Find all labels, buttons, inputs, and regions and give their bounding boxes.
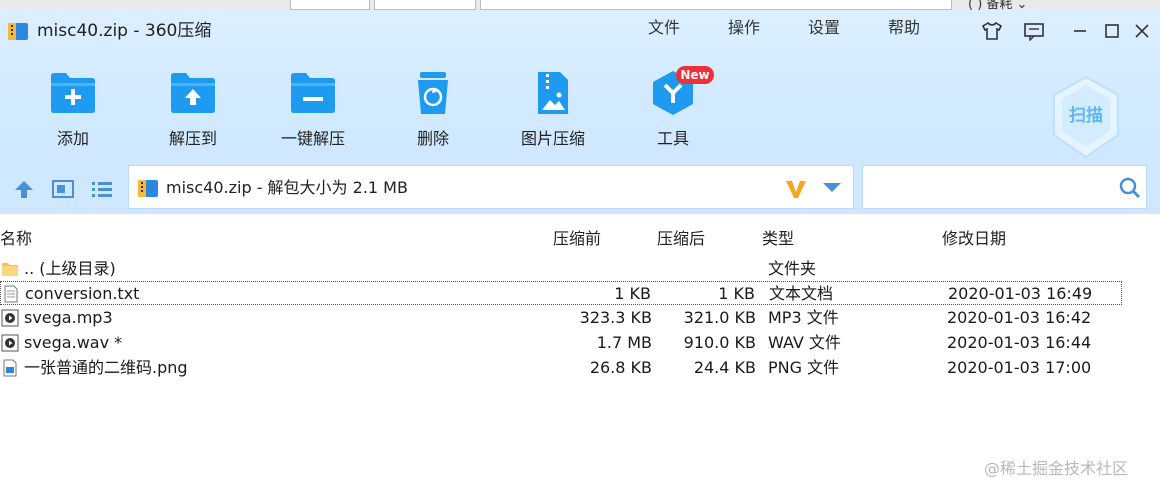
list-view-icon[interactable] bbox=[91, 179, 113, 199]
background-field bbox=[480, 0, 952, 10]
search-input[interactable] bbox=[871, 176, 1115, 200]
delete-label: 删除 bbox=[416, 129, 449, 148]
minimize-icon bbox=[1074, 30, 1086, 32]
file-modified-date: 2020-01-03 16:49 bbox=[948, 284, 1093, 303]
v-logo-icon[interactable] bbox=[785, 178, 807, 200]
file-row[interactable]: svega.mp3 323.3 KB 321.0 KB MP3 文件 2020-01-0… bbox=[0, 306, 1122, 330]
app-header: misc40.zip - 360压缩 文件 操作 设置 帮助 添加 解压到 一键… bbox=[0, 10, 1160, 162]
file-row[interactable]: svega.wav * 1.7 MB 910.0 KB WAV 文件 2020-01-0… bbox=[0, 331, 1122, 355]
tools-label: 工具 bbox=[656, 129, 689, 148]
file-type: MP3 文件 bbox=[768, 308, 839, 327]
one-click-extract-label: 一键解压 bbox=[280, 129, 345, 148]
file-type: 文本文档 bbox=[769, 284, 834, 303]
text-file-icon bbox=[2, 285, 20, 303]
extract-to-label: 解压到 bbox=[168, 129, 217, 148]
file-name: svega.wav * bbox=[24, 333, 123, 352]
file-name: conversion.txt bbox=[25, 284, 140, 303]
archive-path: misc40.zip - 解包大小为 2.1 MB bbox=[166, 178, 408, 197]
file-modified-date: 2020-01-03 16:42 bbox=[947, 308, 1092, 327]
scan-label: 扫描 bbox=[1069, 105, 1103, 126]
new-badge: New bbox=[676, 66, 714, 84]
zip-archive-icon bbox=[8, 23, 28, 40]
search-field[interactable] bbox=[862, 165, 1147, 209]
search-icon[interactable] bbox=[1119, 177, 1141, 199]
thumbnail-view-icon[interactable] bbox=[52, 179, 74, 199]
feedback-button[interactable] bbox=[1022, 19, 1046, 43]
image-compress-button[interactable]: 图片压缩 bbox=[498, 70, 608, 149]
maximize-button[interactable] bbox=[1100, 19, 1124, 43]
file-type: 文件夹 bbox=[768, 259, 817, 278]
folder-up-icon bbox=[1, 260, 19, 278]
file-size: 26.8 KB bbox=[589, 358, 652, 377]
history-dropdown-icon[interactable] bbox=[823, 183, 841, 192]
column-header-packed[interactable]: 压缩后 bbox=[657, 229, 705, 249]
quick-extract-folder-icon bbox=[291, 73, 335, 113]
file-name: svega.mp3 bbox=[24, 308, 113, 327]
window-title: misc40.zip - 360压缩 bbox=[37, 21, 212, 41]
extract-to-button[interactable]: 解压到 bbox=[138, 70, 248, 149]
file-type: WAV 文件 bbox=[768, 333, 841, 352]
column-header-size[interactable]: 压缩前 bbox=[553, 229, 601, 249]
file-row[interactable]: conversion.txt 1 KB 1 KB 文本文档 2020-01-03 16:… bbox=[0, 281, 1122, 305]
background-field bbox=[374, 0, 476, 10]
watermark: @稀土掘金技术社区 bbox=[984, 459, 1129, 478]
file-packed-size: 910.0 KB bbox=[683, 333, 756, 352]
column-header-type[interactable]: 类型 bbox=[762, 229, 794, 249]
background-field bbox=[290, 0, 370, 10]
extract-folder-icon bbox=[171, 73, 215, 113]
file-row[interactable]: .. (上级目录) 文件夹 bbox=[0, 257, 1122, 281]
close-button[interactable] bbox=[1130, 19, 1154, 43]
zip-archive-icon bbox=[138, 180, 158, 197]
message-icon bbox=[1024, 23, 1044, 41]
tools-button[interactable]: 工具 bbox=[618, 70, 728, 149]
scan-button[interactable]: 扫描 bbox=[1050, 75, 1122, 159]
column-header-name[interactable]: 名称 bbox=[0, 229, 32, 249]
recycle-bin-icon bbox=[418, 72, 448, 114]
image-file-icon bbox=[1, 359, 19, 377]
menu-operations[interactable]: 操作 bbox=[728, 17, 760, 39]
audio-file-icon bbox=[1, 309, 19, 327]
one-click-extract-button[interactable]: 一键解压 bbox=[258, 70, 368, 149]
file-row[interactable]: 一张普通的二维码.png 26.8 KB 24.4 KB PNG 文件 2020-01-… bbox=[0, 356, 1122, 380]
menu-file[interactable]: 文件 bbox=[648, 17, 680, 39]
minimize-button[interactable] bbox=[1068, 19, 1092, 43]
file-packed-size: 1 KB bbox=[718, 284, 755, 303]
column-header-modified[interactable]: 修改日期 bbox=[942, 229, 1006, 249]
file-size: 1 KB bbox=[614, 284, 651, 303]
scan-shield-icon: 扫描 bbox=[1053, 75, 1119, 159]
address-bar-row: misc40.zip - 解包大小为 2.1 MB bbox=[0, 162, 1160, 214]
menu-settings[interactable]: 设置 bbox=[808, 17, 840, 39]
add-folder-icon bbox=[51, 73, 95, 113]
maximize-icon bbox=[1105, 24, 1119, 38]
file-size: 1.7 MB bbox=[596, 333, 652, 352]
up-arrow-icon[interactable] bbox=[13, 179, 35, 199]
file-modified-date: 2020-01-03 16:44 bbox=[947, 333, 1092, 352]
address-field[interactable]: misc40.zip - 解包大小为 2.1 MB bbox=[128, 165, 854, 209]
file-name: .. (上级目录) bbox=[24, 259, 116, 278]
skin-button[interactable] bbox=[980, 19, 1004, 43]
add-label: 添加 bbox=[56, 129, 89, 148]
audio-file-icon bbox=[1, 334, 19, 352]
add-button[interactable]: 添加 bbox=[18, 70, 128, 149]
menu-help[interactable]: 帮助 bbox=[888, 17, 920, 39]
file-size: 323.3 KB bbox=[579, 308, 652, 327]
close-icon bbox=[1135, 24, 1149, 38]
background-window-strip: ( ) 备耗 ⌄ bbox=[0, 0, 1160, 10]
background-text: ( ) 备耗 ⌄ bbox=[968, 0, 1028, 10]
tshirt-icon bbox=[981, 21, 1003, 40]
file-packed-size: 321.0 KB bbox=[683, 308, 756, 327]
image-compress-icon bbox=[538, 72, 568, 114]
file-packed-size: 24.4 KB bbox=[693, 358, 756, 377]
file-name: 一张普通的二维码.png bbox=[24, 358, 188, 377]
file-modified-date: 2020-01-03 17:00 bbox=[947, 358, 1092, 377]
file-type: PNG 文件 bbox=[768, 358, 840, 377]
delete-button[interactable]: 删除 bbox=[378, 70, 488, 149]
image-compress-label: 图片压缩 bbox=[520, 129, 585, 148]
